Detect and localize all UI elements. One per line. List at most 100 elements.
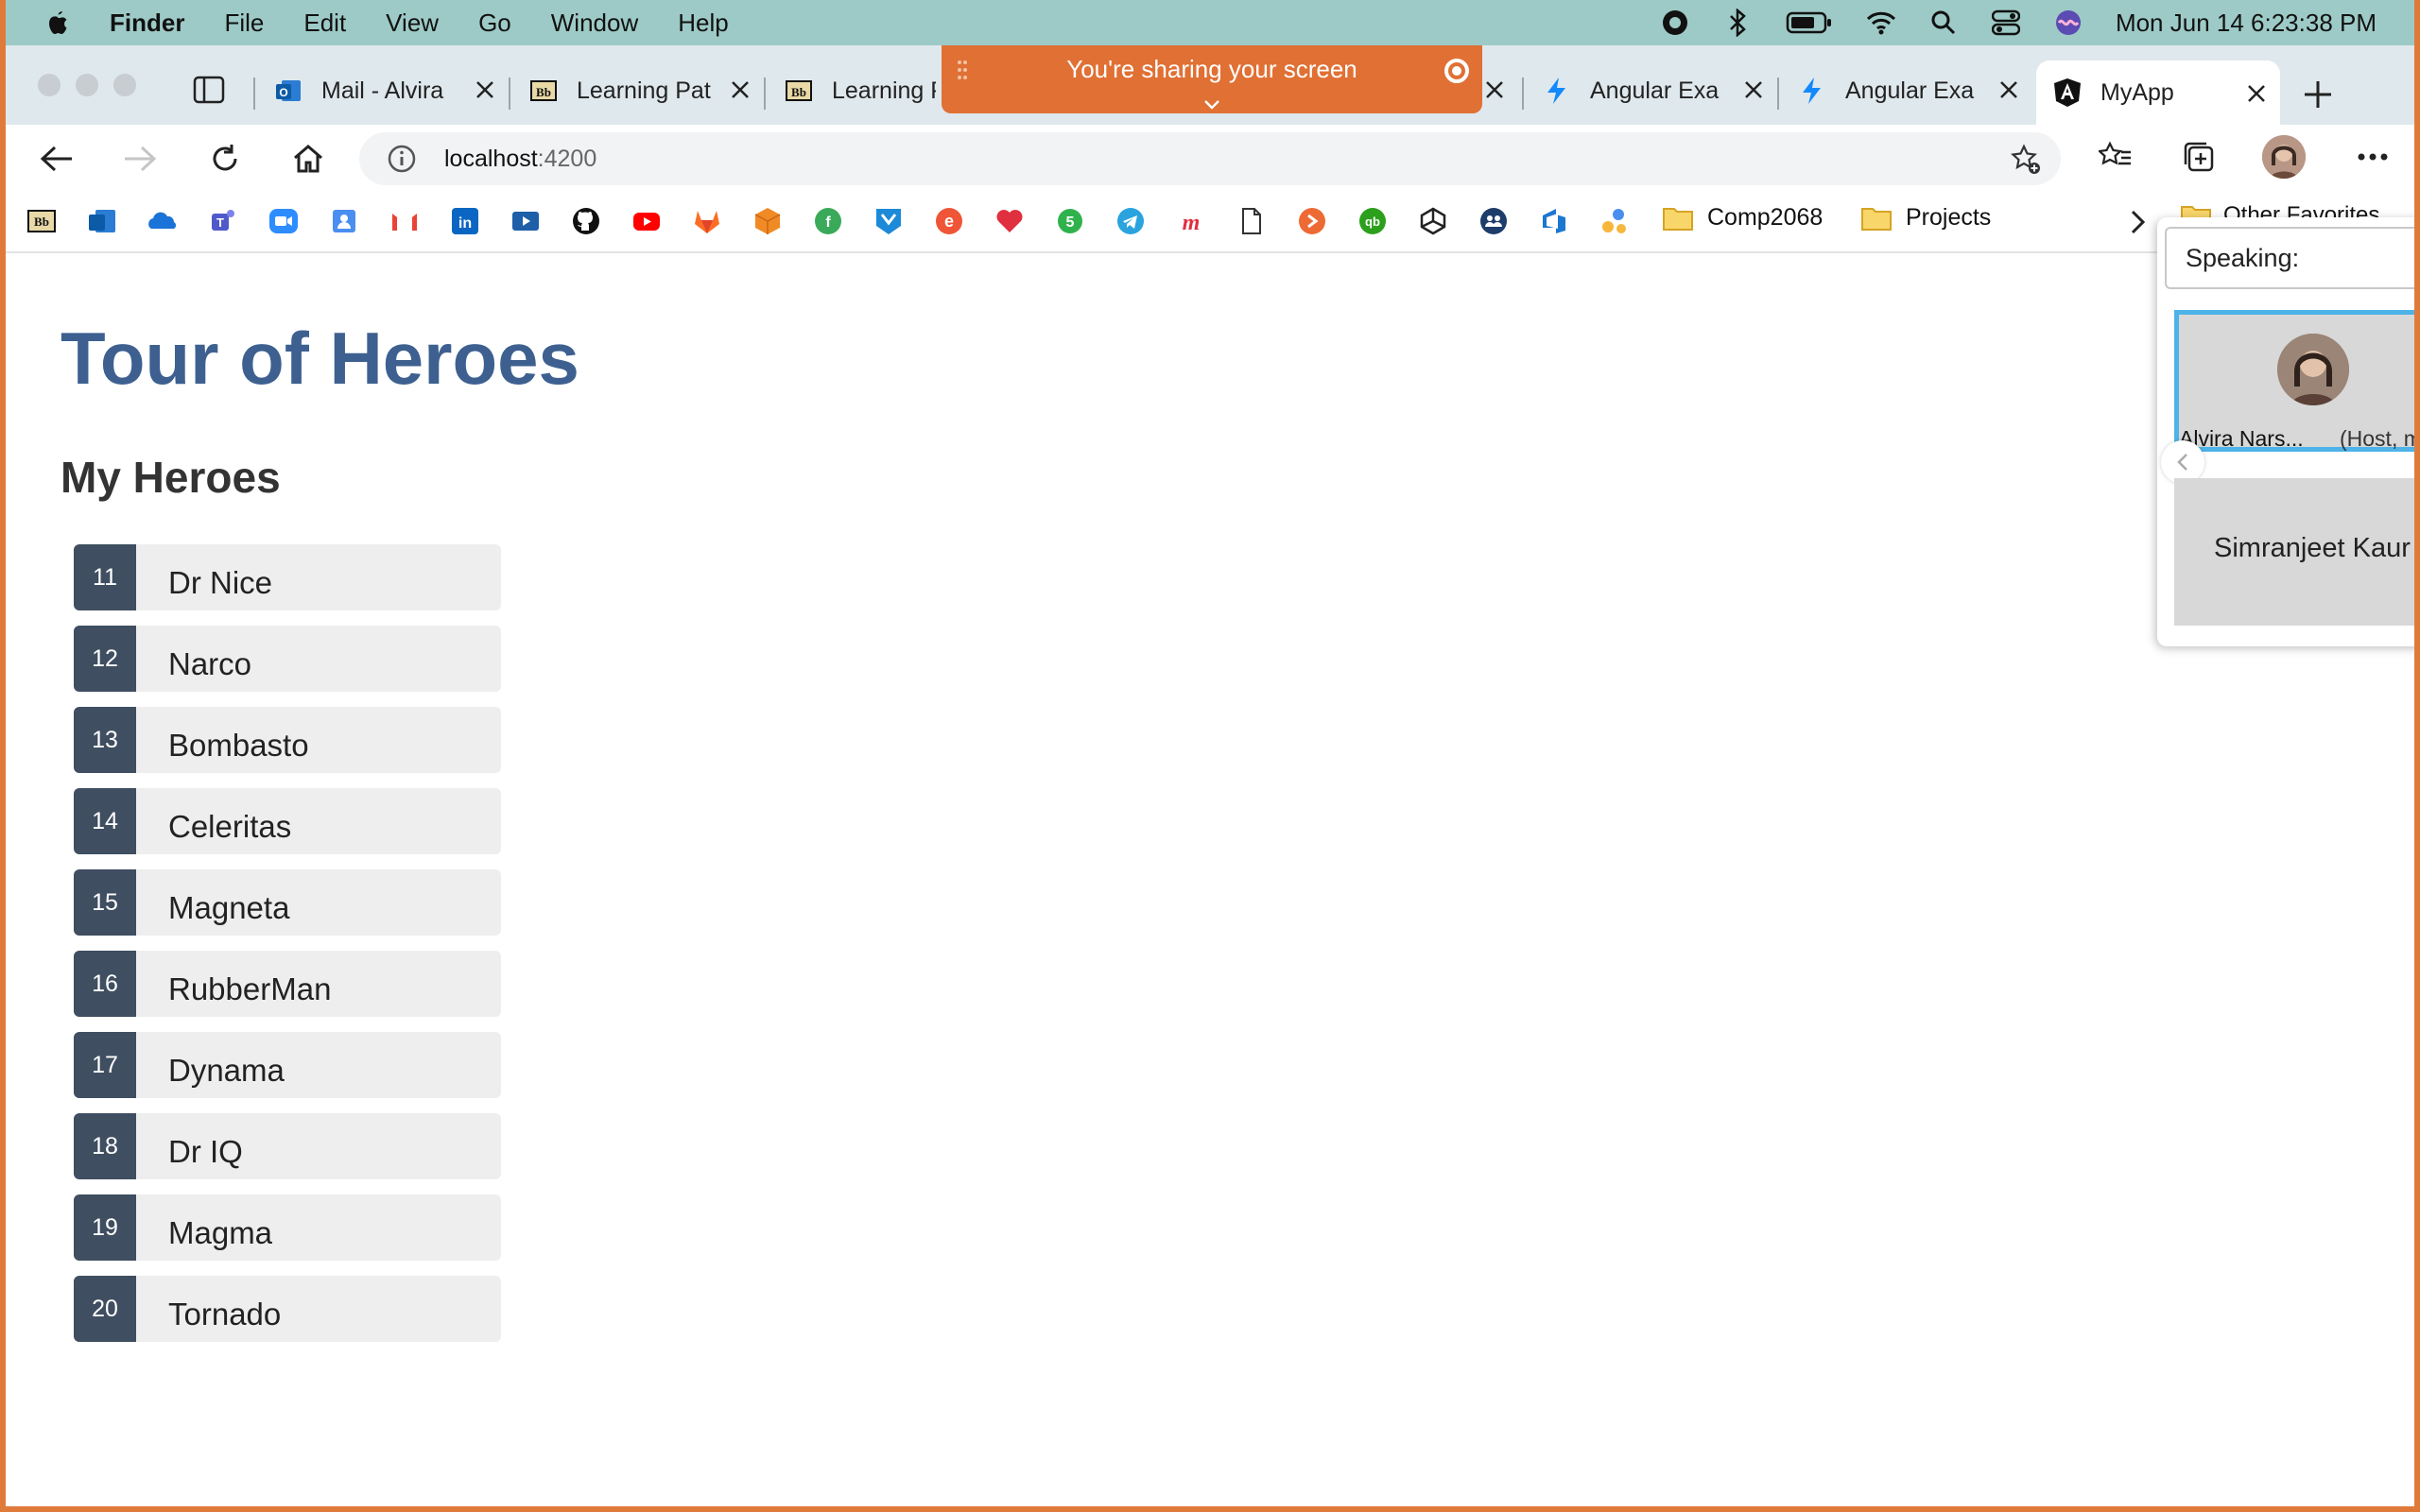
close-tab-icon[interactable] [728, 77, 752, 102]
unity-icon[interactable] [1418, 206, 1448, 236]
menu-go[interactable]: Go [478, 9, 511, 38]
github-icon[interactable] [571, 206, 601, 236]
wifi-icon[interactable] [1866, 8, 1896, 38]
screen-sharing-banner: You're sharing your screen [942, 45, 1482, 113]
profile-button[interactable] [2259, 132, 2308, 181]
hero-list-item[interactable]: 14 Celeritas [74, 788, 501, 854]
close-tab-icon[interactable] [473, 77, 497, 102]
chevron-right-icon[interactable] [2123, 208, 2152, 236]
video-player-icon[interactable] [510, 206, 541, 236]
new-tab-icon[interactable] [2301, 77, 2335, 112]
menu-window[interactable]: Window [551, 9, 638, 38]
favorites-icon [2099, 141, 2131, 165]
bookmark-folder-projects[interactable]: Projects [1860, 204, 1991, 232]
gitlab-icon[interactable] [692, 206, 722, 236]
hero-list-item[interactable]: 11 Dr Nice [74, 544, 501, 610]
freshbooks-icon[interactable]: f [813, 206, 843, 236]
address-bar[interactable]: localhost:4200 [359, 132, 2061, 185]
tab-angular-example-2[interactable]: Angular Exa [1785, 68, 2021, 113]
screen-frame: Finder File Edit View Go Window Help Mon… [6, 0, 2414, 1506]
menu-finder[interactable]: Finder [110, 9, 184, 38]
menu-edit[interactable]: Edit [303, 9, 346, 38]
chevron-down-icon[interactable] [1202, 98, 1221, 112]
bluetooth-icon[interactable] [1722, 8, 1753, 38]
minimize-window-button[interactable] [76, 74, 98, 96]
telegram-icon[interactable] [1115, 206, 1146, 236]
close-window-button[interactable] [38, 74, 60, 96]
contacts-icon[interactable] [329, 206, 359, 236]
creative-cloud-icon[interactable] [1660, 8, 1690, 38]
reload-button[interactable] [206, 140, 244, 178]
quickbooks-icon[interactable]: qb [1357, 206, 1388, 236]
close-tab-icon[interactable] [2244, 81, 2269, 106]
hero-name: Magma [168, 1215, 273, 1250]
apps-icon[interactable] [1599, 206, 1630, 236]
tab-learning-path-2[interactable]: Bb Learning P [771, 68, 951, 113]
collections-button[interactable] [2180, 138, 2218, 176]
back-button[interactable] [38, 140, 76, 178]
tab-myapp[interactable]: MyApp [2036, 60, 2280, 125]
heroes-heading: My Heroes [60, 453, 281, 502]
blackboard-icon[interactable]: Bb [26, 206, 57, 236]
siri-icon[interactable] [2053, 8, 2083, 38]
hero-list-item[interactable]: 17 Dynama [74, 1032, 501, 1098]
tab-label: Learning Pat [577, 77, 711, 104]
control-center-icon[interactable] [1991, 8, 2021, 38]
forward-button[interactable] [121, 140, 159, 178]
menu-help[interactable]: Help [678, 9, 728, 38]
active-speaker-tile[interactable]: Alvira Nars... (Host, m [2174, 310, 2414, 452]
hero-id-badge: 16 [74, 951, 136, 1017]
document-icon[interactable] [1236, 206, 1267, 236]
community-icon[interactable] [1478, 206, 1509, 236]
onedrive-icon[interactable] [147, 206, 178, 236]
m-logo-icon[interactable]: m [1176, 206, 1206, 236]
stop-sharing-button[interactable] [1444, 59, 1469, 83]
battery-icon[interactable] [1785, 8, 1834, 38]
hero-list-item[interactable]: 15 Magneta [74, 869, 501, 936]
bookmark-folder-comp2068[interactable]: Comp2068 [1662, 204, 1823, 232]
five-icon[interactable]: 5 [1055, 206, 1085, 236]
participant-tile[interactable]: Simranjeet Kaur [2174, 478, 2414, 626]
azure-devops-icon[interactable] [1539, 206, 1569, 236]
linkedin-icon[interactable]: in [450, 206, 480, 236]
package-icon[interactable] [752, 206, 783, 236]
url-text[interactable]: localhost:4200 [444, 146, 596, 173]
hero-list-item[interactable]: 13 Bombasto [74, 707, 501, 773]
menubar-clock[interactable]: Mon Jun 14 6:23:38 PM [2116, 9, 2377, 38]
menu-view[interactable]: View [386, 9, 439, 38]
close-tab-icon[interactable] [1996, 77, 2021, 102]
eventbrite-icon[interactable]: e [934, 206, 964, 236]
hero-list-item[interactable]: 20 Tornado [74, 1276, 501, 1342]
gmail-icon[interactable] [389, 206, 420, 236]
hero-list-item[interactable]: 16 RubberMan [74, 951, 501, 1017]
zoom-icon[interactable] [268, 206, 299, 236]
spotlight-search-icon[interactable] [1928, 8, 1959, 38]
svg-text:f: f [825, 215, 831, 231]
stackblitz-icon [1543, 77, 1571, 105]
tab-mail[interactable]: O Mail - Alvira [261, 68, 497, 113]
hero-list-item[interactable]: 19 Magma [74, 1194, 501, 1261]
apple-logo-icon[interactable] [43, 9, 72, 37]
tab-learning-path-1[interactable]: Bb Learning Pat [516, 68, 752, 113]
zoom-window-button[interactable] [113, 74, 136, 96]
favorites-button[interactable] [2097, 138, 2135, 176]
home-button[interactable] [289, 140, 327, 178]
svg-text:Bb: Bb [536, 85, 551, 99]
hero-list-item[interactable]: 12 Narco [74, 626, 501, 692]
close-tab-icon[interactable] [1482, 77, 1507, 102]
outlook-icon[interactable] [87, 206, 117, 236]
heart-icon[interactable] [994, 206, 1025, 236]
site-info-icon[interactable] [388, 145, 416, 173]
menu-file[interactable]: File [224, 9, 264, 38]
tab-angular-example-1[interactable]: Angular Exa [1530, 68, 1766, 113]
teams-icon[interactable]: T [208, 206, 238, 236]
shield-logo-icon[interactable] [873, 206, 904, 236]
tab-actions-icon[interactable] [193, 76, 225, 104]
close-tab-icon[interactable] [1741, 77, 1766, 102]
hero-list-item[interactable]: 18 Dr IQ [74, 1113, 501, 1179]
settings-menu-button[interactable] [2354, 138, 2392, 176]
youtube-icon[interactable] [631, 206, 662, 236]
add-favorite-icon[interactable] [2010, 144, 2042, 176]
orange-app-icon[interactable] [1297, 206, 1327, 236]
tab-label: MyApp [2100, 78, 2174, 106]
